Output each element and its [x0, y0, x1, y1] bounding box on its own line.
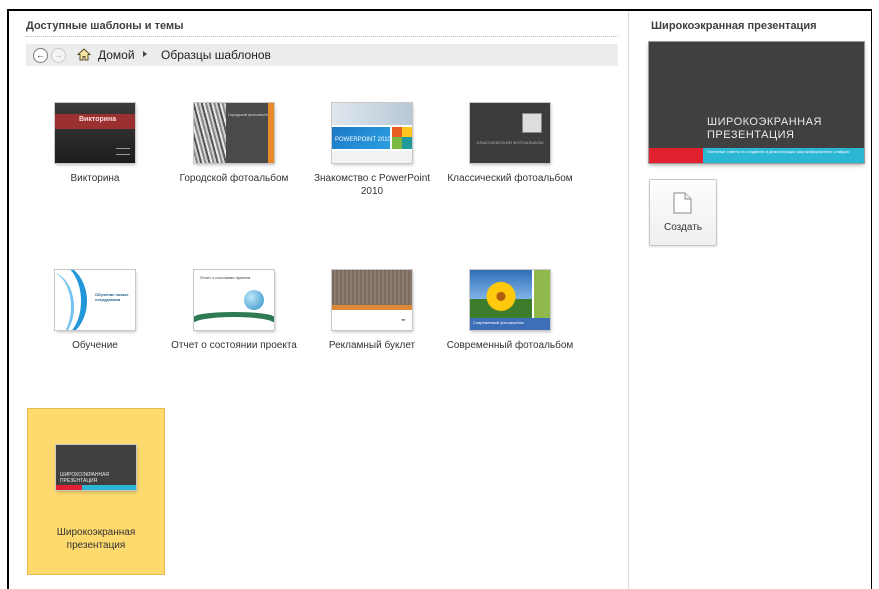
home-icon[interactable]: [77, 48, 91, 61]
template-tile-classic-photoalbum[interactable]: КЛАССИЧЕСКИЙ ФОТОАЛЬБОМ Классический фот…: [442, 77, 578, 243]
template-thumbnail: Обучение новых сотрудников: [55, 270, 135, 330]
thumbnail-text: Викторина: [79, 116, 117, 123]
preview-pane: Широкоэкранная презентация ШИРОКОЭКРАННА…: [628, 11, 871, 589]
thumbnail-text: КЛАССИЧЕСКИЙ ФОТОАЛЬБОМ: [477, 140, 544, 145]
thumbnail-text: Отчет о состоянии проекта: [200, 275, 251, 280]
template-label: Классический фотоальбом: [447, 173, 573, 184]
forward-arrow-icon[interactable]: →: [51, 48, 66, 63]
sunflower-image: [470, 270, 532, 318]
thumbnail-text: POWERPOINT 2010: [335, 137, 391, 143]
template-thumbnail: ШИРОКОЭКРАННАЯ ПРЕЗЕНТАЦИЯ: [56, 445, 136, 490]
templates-pane: Доступные шаблоны и темы ← → Домой Образ…: [9, 11, 627, 589]
template-tile-modern-photoalbum[interactable]: Современный фотоальбом Современный фотоа…: [442, 244, 578, 410]
breadcrumb-home-link[interactable]: Домой: [98, 48, 135, 62]
template-label: Викторина: [70, 173, 120, 184]
template-tile-powerpoint-intro[interactable]: POWERPOINT 2010 Знакомство с PowerPoint …: [304, 77, 440, 243]
template-tile-city-photoalbum[interactable]: Городской фотоальбом Городской фотоальбо…: [166, 77, 302, 243]
template-label: Рекламный буклет: [328, 340, 416, 351]
preview-title: Широкоэкранная презентация: [651, 20, 817, 32]
pen-icon: ✒: [400, 318, 406, 324]
back-arrow-icon[interactable]: ←: [33, 48, 48, 63]
template-label: Городской фотоальбом: [179, 173, 289, 184]
template-thumbnail: Городской фотоальбом: [194, 103, 274, 163]
create-button[interactable]: Создать: [649, 179, 717, 246]
thumbnail-text: Обучение новых сотрудников: [95, 292, 129, 302]
thumbnail-text: Современный фотоальбом: [473, 320, 524, 325]
thumbnail-text: Городской фотоальбом: [228, 112, 272, 117]
template-label: Отчет о состоянии проекта: [171, 340, 297, 351]
new-document-icon: [673, 192, 692, 214]
thumbnail-text: ШИРОКОЭКРАННАЯ ПРЕЗЕНТАЦИЯ: [60, 472, 110, 484]
template-tile-brochure[interactable]: ✒ Рекламный буклет: [304, 244, 440, 410]
template-thumbnail: Отчет о состоянии проекта: [194, 270, 274, 330]
breadcrumb-current: Образцы шаблонов: [161, 48, 271, 62]
template-thumbnail: Современный фотоальбом: [470, 270, 550, 330]
template-thumbnail: ✒: [332, 270, 412, 330]
template-label: Современный фотоальбом: [446, 340, 574, 351]
template-tile-project-status[interactable]: Отчет о состоянии проекта Отчет о состоя…: [166, 244, 302, 410]
section-title: Доступные шаблоны и темы: [26, 20, 184, 32]
template-label: Знакомство с PowerPoint 2010: [313, 173, 431, 197]
create-button-label: Создать: [663, 222, 702, 233]
template-tile-quiz[interactable]: Викторина Викторина: [27, 77, 163, 243]
preview-slide-title: ШИРОКОЭКРАННАЯ ПРЕЗЕНТАЦИЯ: [707, 116, 822, 141]
template-thumbnail: Викторина: [55, 103, 135, 163]
template-thumbnail: КЛАССИЧЕСКИЙ ФОТОАЛЬБОМ: [470, 103, 550, 163]
template-tile-widescreen[interactable]: ШИРОКОЭКРАННАЯ ПРЕЗЕНТАЦИЯ Широкоэкранна…: [27, 408, 165, 575]
template-label: Обучение: [72, 340, 118, 351]
template-tile-training[interactable]: Обучение новых сотрудников Обучение: [27, 244, 163, 410]
section-divider: [26, 36, 618, 37]
breadcrumb: ← → Домой Образцы шаблонов: [26, 44, 618, 66]
breadcrumb-separator-icon: [143, 51, 147, 57]
template-preview-image: ШИРОКОЭКРАННАЯ ПРЕЗЕНТАЦИЯ Полезные сове…: [649, 42, 864, 163]
template-label: Широкоэкранная презентация: [56, 527, 136, 551]
template-thumbnail: POWERPOINT 2010: [332, 103, 412, 163]
preview-slide-subtitle: Полезные советы по созданию и демонстрац…: [707, 149, 849, 154]
